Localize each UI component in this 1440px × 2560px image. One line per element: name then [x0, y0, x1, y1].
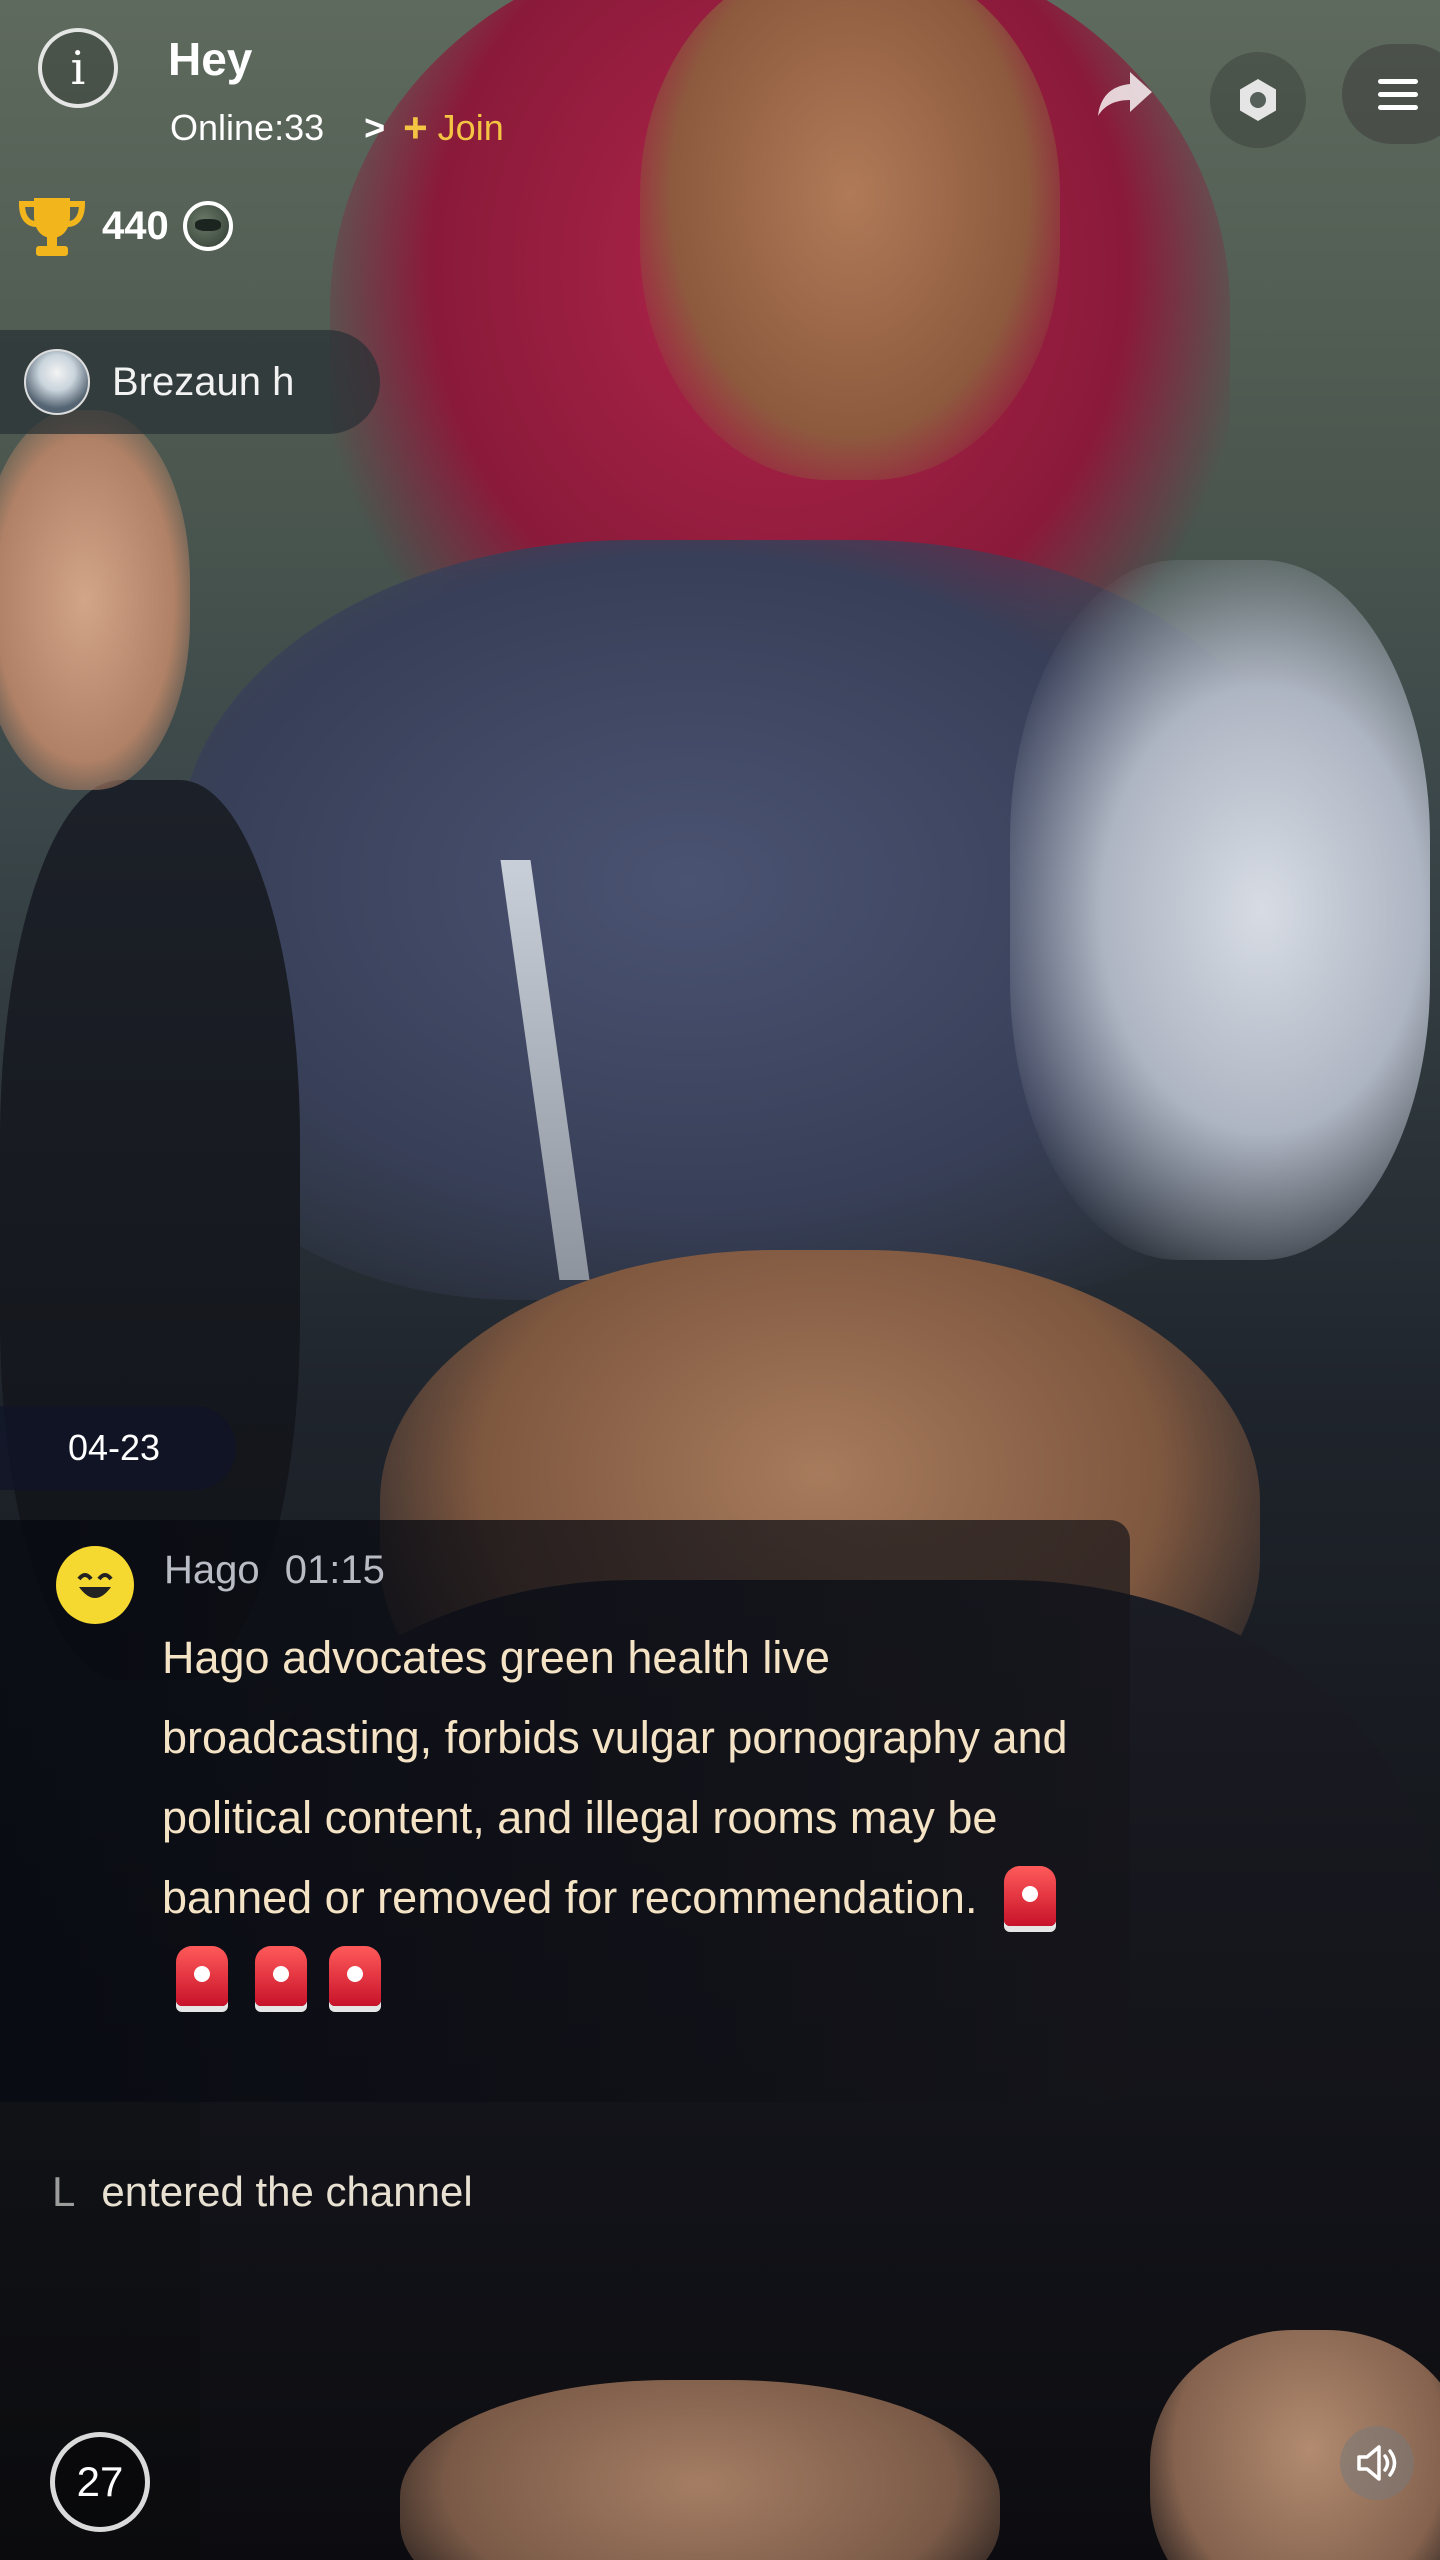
siren-emoji-icon [1003, 1866, 1056, 1927]
share-button[interactable] [1090, 58, 1160, 128]
score-row[interactable]: 440 [16, 190, 233, 262]
message-time: 01:15 [284, 1548, 385, 1592]
system-message-header: Hago 01:15 [164, 1548, 385, 1593]
settings-gear-icon [1240, 79, 1276, 121]
message-sender: Hago [164, 1548, 260, 1592]
join-button[interactable]: + Join [403, 104, 504, 152]
system-message-text-block: Hago advocates green health live broadca… [162, 1618, 1112, 2018]
online-count: Online:33 [170, 107, 325, 148]
score-value: 440 [102, 203, 169, 248]
siren-emoji-icon [329, 1946, 382, 2007]
settings-button[interactable] [1210, 52, 1306, 148]
speaker-icon [1357, 2445, 1397, 2481]
video-shape [1010, 560, 1430, 1260]
info-icon: i [70, 41, 86, 95]
host-user-pill[interactable]: Brezaun h [0, 330, 380, 434]
date-chip: 04-23 [0, 1406, 236, 1490]
join-event-text: entered the channel [101, 2168, 473, 2215]
sound-button[interactable] [1340, 2426, 1414, 2500]
avatar [24, 349, 90, 415]
trophy-icon [18, 198, 86, 256]
menu-button[interactable] [1342, 44, 1440, 144]
hamburger-menu-icon [1378, 78, 1418, 110]
join-label: Join [437, 107, 504, 148]
chevron-right-icon: > [364, 107, 386, 148]
join-event-message: Lentered the channel [52, 2168, 473, 2216]
host-user-name: Brezaun h [112, 359, 295, 404]
siren-emoji-icon [254, 1946, 307, 2007]
plus-icon: + [403, 104, 428, 151]
video-shape [640, 0, 1060, 480]
hago-avatar[interactable] [56, 1546, 134, 1624]
siren-emoji-icon [176, 1946, 228, 2007]
system-message-text: Hago advocates green health live broadca… [162, 1632, 1068, 1923]
room-title: Hey [168, 33, 253, 85]
join-event-user[interactable]: L [52, 2168, 75, 2215]
info-button[interactable]: i [38, 28, 118, 108]
share-icon [1098, 72, 1152, 116]
online-count-row[interactable]: Online:33 > + Join [170, 104, 504, 152]
countdown-timer[interactable]: 27 [50, 2432, 150, 2532]
video-shape [0, 410, 190, 790]
globe-icon [182, 201, 233, 251]
hago-smiley-icon [77, 1573, 113, 1598]
